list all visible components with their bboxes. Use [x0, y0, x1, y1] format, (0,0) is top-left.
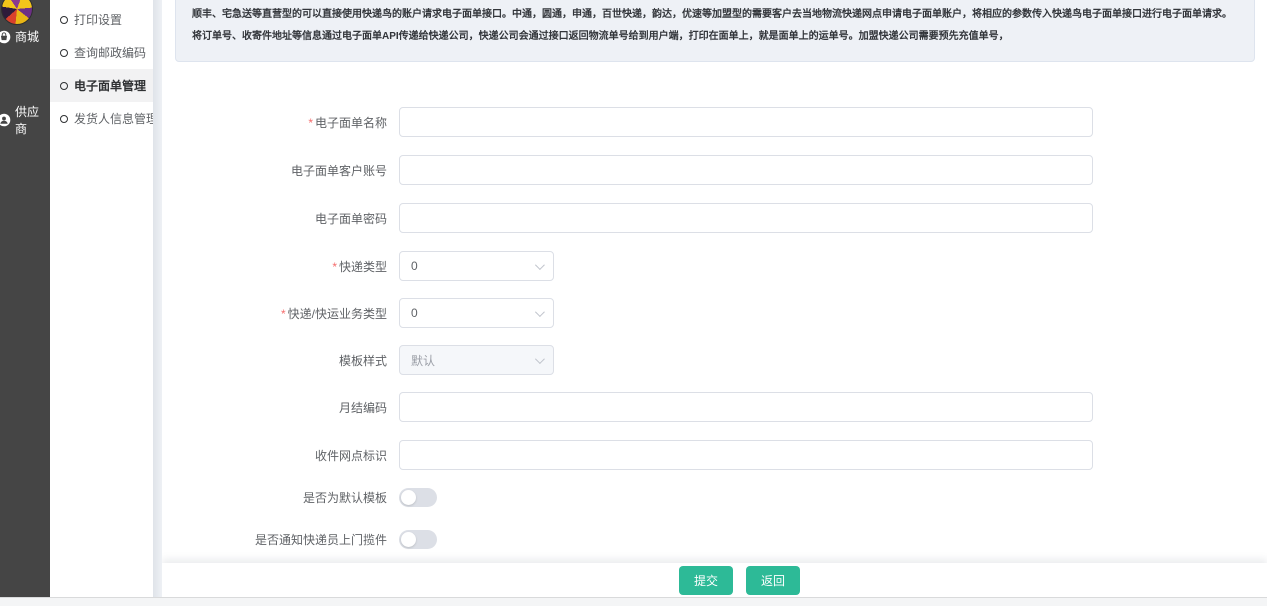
- menu-item-shipper-info-management[interactable]: 发货人信息管理: [50, 102, 153, 135]
- form-row-express-type: *快递类型 0: [162, 251, 1267, 281]
- field-label: 收件网点标识: [162, 447, 399, 464]
- field-label: *快递类型: [162, 258, 399, 275]
- field-label: *快递/快运业务类型: [162, 305, 399, 322]
- info-banner-line2: 将订单号、收寄件地址等信息通过电子面单API传递给快递公司，快递公司会通过接口返…: [192, 26, 1240, 48]
- bottom-strip: [0, 597, 1267, 606]
- form-row-monthly-code: 月结编码: [162, 392, 1267, 422]
- chevron-down-icon: [535, 307, 545, 317]
- field-label: 月结编码: [162, 399, 399, 416]
- default-template-toggle[interactable]: [399, 488, 437, 507]
- form-row-template-style: 模板样式 默认: [162, 345, 1267, 375]
- circle-icon: [60, 49, 68, 57]
- submit-button[interactable]: 提交: [679, 566, 733, 595]
- main-content: 顺丰、宅急送等直营型的可以直接使用快递鸟的账户请求电子面单接口。中通，圆通，申通…: [162, 0, 1267, 597]
- menu-item-ewaybill-management[interactable]: 电子面单管理: [50, 69, 153, 102]
- ewaybill-name-input[interactable]: [399, 107, 1093, 137]
- chevron-down-icon: [535, 260, 545, 270]
- circle-icon: [60, 82, 68, 90]
- form-row-express-business-type: *快递/快运业务类型 0: [162, 298, 1267, 328]
- form-row-customer-account: 电子面单客户账号: [162, 155, 1267, 185]
- field-label: 模板样式: [162, 352, 399, 369]
- field-label: 电子面单密码: [162, 210, 399, 227]
- ewaybill-form: *电子面单名称 电子面单客户账号 电子面单密码 *快递类型 0 *快递/快运业务…: [162, 62, 1267, 549]
- sidebar-item-label: 供应商: [15, 103, 50, 137]
- menu-item-label: 电子面单管理: [74, 77, 146, 94]
- menu-item-label: 打印设置: [74, 11, 122, 28]
- form-row-notify-courier: 是否通知快递员上门揽件: [162, 530, 1267, 549]
- form-row-ewaybill-password: 电子面单密码: [162, 203, 1267, 233]
- select-value: 0: [411, 306, 418, 320]
- form-footer: 提交 返回: [162, 563, 1267, 597]
- menu-item-label: 发货人信息管理: [74, 110, 158, 127]
- menu-item-print-settings[interactable]: 打印设置: [50, 3, 153, 36]
- secondary-sidebar: 打印设置 查询邮政编码 电子面单管理 发货人信息管理: [50, 0, 153, 597]
- select-value: 默认: [411, 352, 435, 369]
- menu-item-postal-code-query[interactable]: 查询邮政编码: [50, 36, 153, 69]
- toggle-knob: [401, 532, 416, 547]
- circle-icon: [60, 16, 68, 24]
- field-label: 是否通知快递员上门揽件: [162, 531, 399, 548]
- select-value: 0: [411, 259, 418, 273]
- sidebar-item-label: 商城: [15, 28, 39, 45]
- notify-courier-toggle[interactable]: [399, 530, 437, 549]
- receive-site-id-input[interactable]: [399, 440, 1093, 470]
- chevron-down-icon: [535, 354, 545, 364]
- required-marker: *: [281, 307, 286, 321]
- form-row-receive-site-id: 收件网点标识: [162, 440, 1267, 470]
- circle-icon: [60, 115, 68, 123]
- supplier-icon: [0, 113, 11, 127]
- required-marker: *: [332, 260, 337, 274]
- app-logo[interactable]: [1, 0, 33, 25]
- primary-sidebar: 商城 供应商: [0, 0, 50, 597]
- form-row-ewaybill-name: *电子面单名称: [162, 107, 1267, 137]
- express-type-select[interactable]: 0: [399, 251, 554, 281]
- monthly-code-input[interactable]: [399, 392, 1093, 422]
- field-label: 电子面单客户账号: [162, 162, 399, 179]
- field-label: *电子面单名称: [162, 114, 399, 131]
- info-banner: 顺丰、宅急送等直营型的可以直接使用快递鸟的账户请求电子面单接口。中通，圆通，申通…: [175, 0, 1255, 62]
- template-style-select[interactable]: 默认: [399, 345, 554, 375]
- menu-item-label: 查询邮政编码: [74, 44, 146, 61]
- mall-icon: [0, 30, 11, 44]
- back-button[interactable]: 返回: [746, 566, 800, 595]
- field-label: 是否为默认模板: [162, 489, 399, 506]
- ewaybill-password-input[interactable]: [399, 203, 1093, 233]
- customer-account-input[interactable]: [399, 155, 1093, 185]
- app-window: 商城 供应商 打印设置 查询邮政编码 电子面单管理 发货人信息管理: [0, 0, 1267, 597]
- required-marker: *: [308, 116, 313, 130]
- toggle-knob: [401, 490, 416, 505]
- sidebar-item-mall[interactable]: 商城: [0, 28, 39, 45]
- express-business-type-select[interactable]: 0: [399, 298, 554, 328]
- sidebar-item-supplier[interactable]: 供应商: [0, 103, 50, 137]
- info-banner-line1: 顺丰、宅急送等直营型的可以直接使用快递鸟的账户请求电子面单接口。中通，圆通，申通…: [192, 4, 1240, 26]
- form-row-default-template: 是否为默认模板: [162, 488, 1267, 507]
- sidebar-divider: [153, 0, 162, 597]
